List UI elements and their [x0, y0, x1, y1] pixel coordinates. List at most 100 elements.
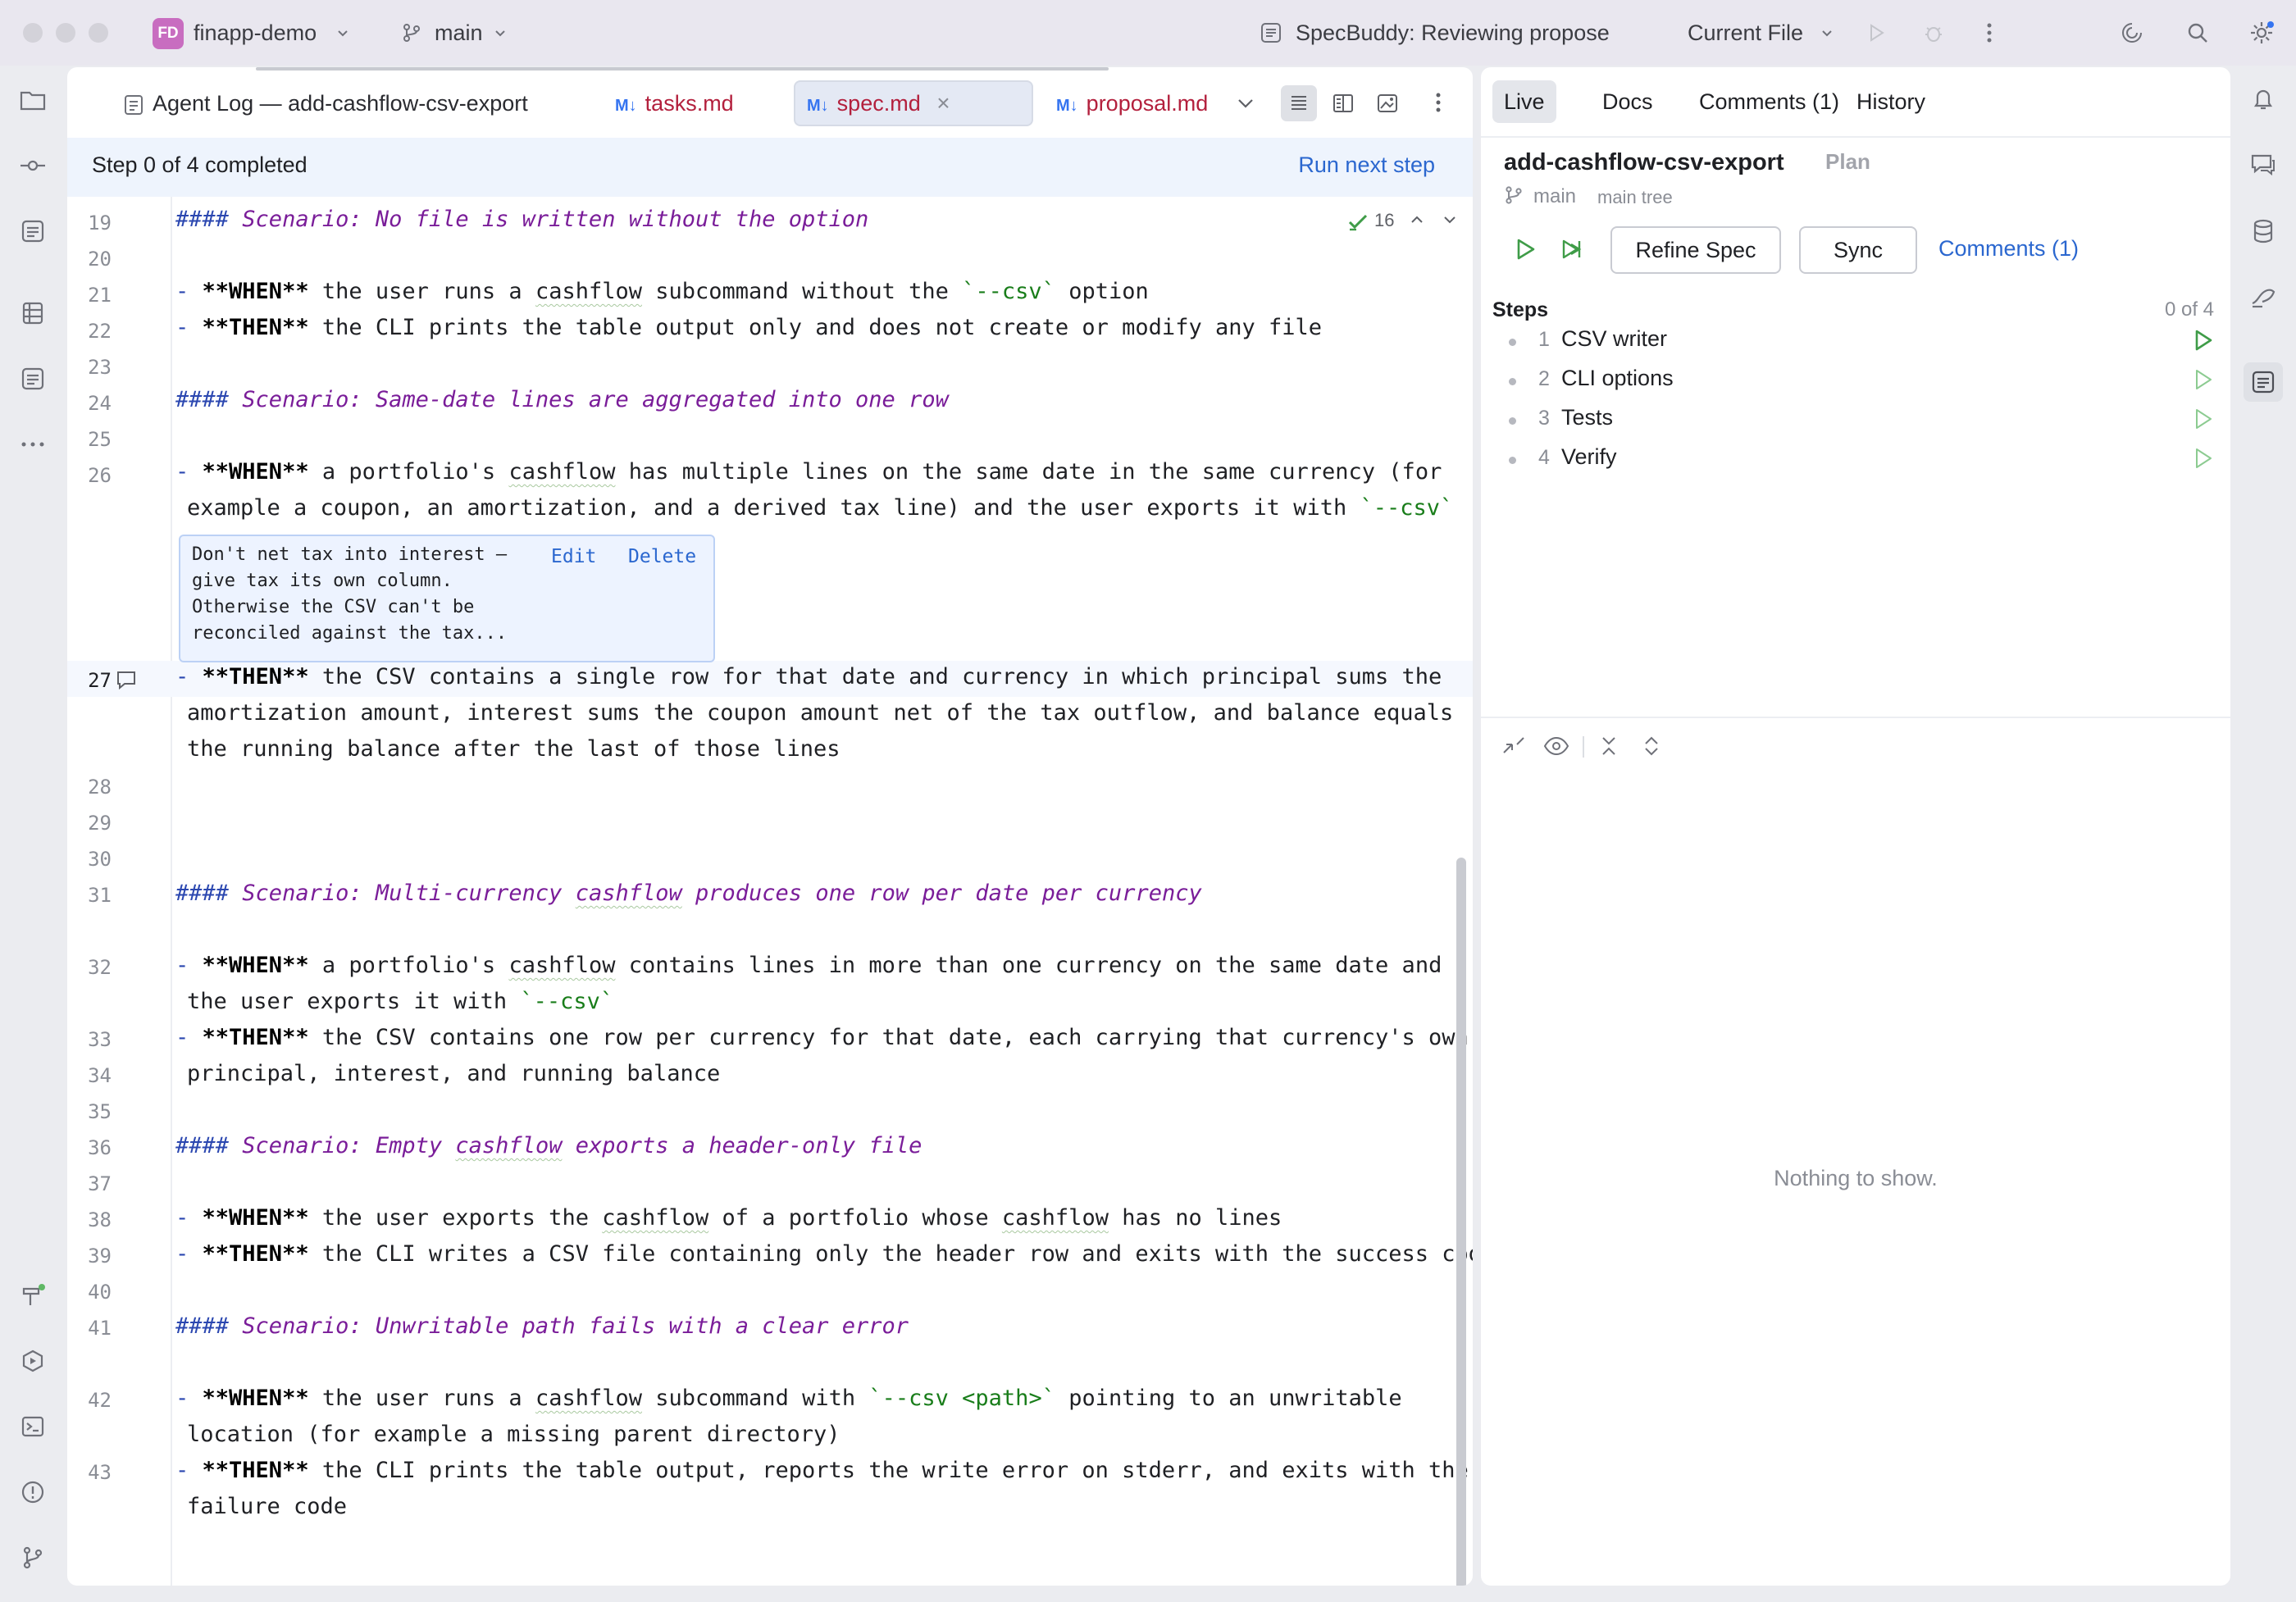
tab-tasks-md[interactable]: M↓ tasks.md: [615, 82, 734, 125]
window-zoom-button[interactable]: [89, 23, 108, 43]
project-folder-icon[interactable]: [16, 84, 49, 116]
window-minimize-button[interactable]: [56, 23, 75, 43]
more-vertical-icon[interactable]: [1973, 16, 2006, 49]
tab-docs[interactable]: Docs: [1591, 80, 1665, 123]
edit-comment-link[interactable]: Edit: [551, 546, 596, 567]
code-line-26-wrap[interactable]: example a coupon, an amortization, and a…: [187, 495, 1453, 521]
database-icon[interactable]: [2247, 215, 2280, 248]
step-bullet: [1509, 378, 1516, 385]
step-item[interactable]: 2 CLI options: [1502, 362, 2224, 402]
code-line-22[interactable]: - **THEN** the CLI prints the table outp…: [175, 315, 1322, 340]
code-line-27-wrap[interactable]: amortization amount, interest sums the c…: [187, 700, 1453, 726]
ai-assistant-icon[interactable]: [2116, 16, 2148, 49]
code-line-41[interactable]: - **WHEN** the user runs a cashflow subc…: [175, 1386, 1402, 1411]
expand-all-icon[interactable]: [1637, 731, 1666, 761]
comment-text: Otherwise the CSV can't be: [192, 597, 475, 617]
refine-spec-button[interactable]: Refine Spec: [1610, 226, 1781, 274]
tab-live[interactable]: Live: [1492, 80, 1556, 123]
problems-icon[interactable]: [16, 1476, 49, 1509]
more-vertical-icon[interactable]: [1435, 89, 1442, 116]
tab-agent-log[interactable]: Agent Log — add-cashflow-csv-export: [123, 82, 528, 125]
step-item[interactable]: 4 Verify: [1502, 441, 2224, 480]
next-highlight-icon[interactable]: [1440, 210, 1460, 230]
previous-highlight-icon[interactable]: [1407, 210, 1427, 230]
code-line-41-wrap[interactable]: location (for example a missing parent d…: [187, 1422, 840, 1447]
services-icon[interactable]: [16, 1345, 49, 1377]
collapse-icon[interactable]: [1499, 731, 1528, 761]
tab-proposal-md[interactable]: M↓ proposal.md: [1056, 82, 1208, 125]
scenario-heading: Scenario: No file is written without the…: [242, 207, 869, 232]
specbuddy-panel-icon[interactable]: [2244, 362, 2283, 402]
eye-icon[interactable]: [1542, 731, 1571, 761]
notes-icon[interactable]: [16, 362, 49, 395]
window-close-button[interactable]: [23, 23, 43, 43]
code-line-24[interactable]: #### Scenario: Same-date lines are aggre…: [175, 387, 949, 412]
code-line-42[interactable]: - **THEN** the CLI prints the table outp…: [175, 1458, 1469, 1483]
notifications-bell-icon[interactable]: [2247, 82, 2280, 115]
branch-selector[interactable]: main: [435, 0, 483, 66]
code-line-19[interactable]: #### Scenario: No file is written withou…: [175, 207, 868, 232]
editor-scrollbar[interactable]: [1456, 858, 1466, 1586]
terminal-icon[interactable]: [16, 1410, 49, 1443]
step-item[interactable]: 1 CSV writer: [1502, 323, 2224, 362]
tab-comments[interactable]: Comments (1): [1688, 80, 1851, 123]
inline-review-comment[interactable]: Don't net tax into interest — give tax i…: [179, 535, 715, 662]
structure-icon[interactable]: [16, 297, 49, 330]
run-step-icon[interactable]: [2191, 367, 2216, 392]
run-configuration-selector[interactable]: SpecBuddy: Reviewing propose: [1296, 0, 1610, 66]
sync-button[interactable]: Sync: [1799, 226, 1917, 274]
code-line-29[interactable]: #### Scenario: Multi-currency cashflow p…: [175, 881, 1202, 906]
run-target-selector[interactable]: Current File: [1688, 0, 1803, 66]
code-line-36[interactable]: - **WHEN** the user exports the cashflow…: [175, 1205, 1282, 1231]
commit-icon[interactable]: [16, 149, 49, 182]
code-line-31[interactable]: - **WHEN** a portfolio's cashflow contai…: [175, 953, 1442, 978]
code-line-26[interactable]: - **WHEN** a portfolio's cashflow has mu…: [175, 459, 1442, 485]
comment-bubble-icon[interactable]: [115, 669, 138, 690]
code-line-32[interactable]: - **THEN** the CSV contains one row per …: [175, 1025, 1469, 1050]
run-next-step-link[interactable]: Run next step: [1298, 152, 1435, 178]
code-line-34[interactable]: #### Scenario: Empty cashflow exports a …: [175, 1133, 922, 1158]
search-icon[interactable]: [2181, 16, 2214, 49]
deploy-icon[interactable]: [2247, 280, 2280, 313]
comments-link[interactable]: Comments (1): [1938, 236, 2079, 262]
code-line-21[interactable]: - **WHEN** the user runs a cashflow subc…: [175, 279, 1149, 304]
run-step-icon[interactable]: [2191, 407, 2216, 431]
code-line-27[interactable]: - **THEN** the CSV contains a single row…: [175, 664, 1442, 689]
line-number: 33: [88, 1028, 112, 1051]
step-item[interactable]: 3 Tests: [1502, 402, 2224, 441]
run-icon[interactable]: [1860, 16, 1893, 49]
debug-icon[interactable]: [1917, 16, 1950, 49]
more-horizontal-icon[interactable]: [16, 428, 49, 461]
tab-history[interactable]: History: [1845, 80, 1937, 123]
delete-comment-link[interactable]: Delete: [628, 546, 696, 567]
code-line-27-wrap[interactable]: the running balance after the last of th…: [187, 736, 840, 762]
step-bullet: [1509, 457, 1516, 464]
step-number: 4: [1538, 446, 1550, 469]
run-step-icon[interactable]: [2191, 446, 2216, 471]
project-name[interactable]: finapp-demo: [194, 0, 317, 66]
spec-list-icon[interactable]: [16, 215, 49, 248]
code-line-31-wrap[interactable]: the user exports it with `--csv`: [187, 989, 613, 1014]
line-number: 23: [88, 356, 112, 379]
settings-gear-icon[interactable]: [2245, 16, 2278, 49]
close-tab-icon[interactable]: ×: [936, 90, 950, 116]
run-step-icon[interactable]: [2191, 328, 2216, 353]
tab-spec-md[interactable]: M↓ spec.md ×: [794, 80, 1033, 126]
code-line-42-wrap[interactable]: failure code: [187, 1494, 347, 1519]
code-line-39[interactable]: #### Scenario: Unwritable path fails wit…: [175, 1313, 909, 1339]
code-line-37[interactable]: - **THEN** the CLI writes a CSV file con…: [175, 1241, 1473, 1267]
tabs-dropdown-icon[interactable]: [1232, 89, 1260, 116]
preview-only-icon[interactable]: [1369, 85, 1405, 121]
collapse-all-icon[interactable]: [1594, 731, 1624, 761]
heading-marker: ####: [175, 1313, 230, 1339]
chevron-down-icon: [1811, 16, 1843, 49]
editor-only-view-icon[interactable]: [1281, 85, 1317, 121]
git-icon[interactable]: [16, 1541, 49, 1574]
then-keyword: **THEN**: [202, 1025, 309, 1050]
run-all-icon[interactable]: [1560, 236, 1588, 262]
ai-chat-icon[interactable]: [2247, 148, 2280, 180]
build-hammer-icon[interactable]: [16, 1279, 49, 1312]
run-icon[interactable]: [1512, 236, 1538, 262]
code-line-32-wrap[interactable]: principal, interest, and running balance: [187, 1061, 720, 1086]
split-view-icon[interactable]: [1325, 85, 1361, 121]
